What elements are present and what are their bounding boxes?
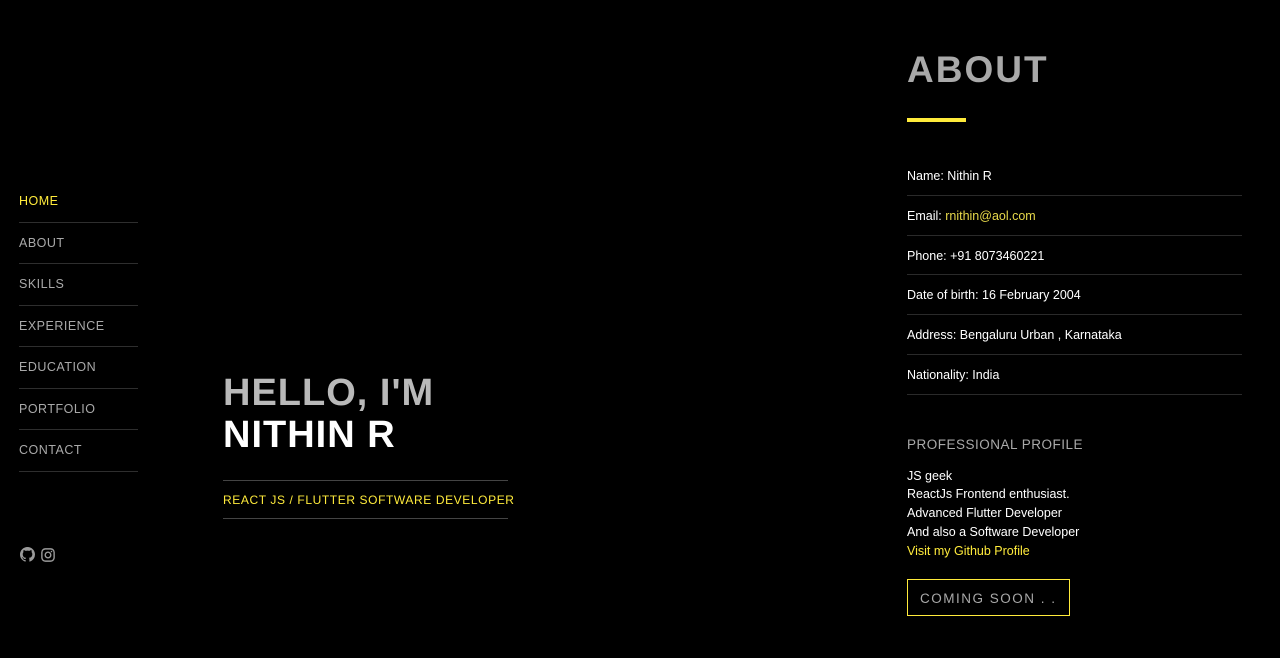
- info-address: Address: Bengaluru Urban , Karnataka: [907, 315, 1242, 355]
- nav-item-contact[interactable]: CONTACT: [19, 430, 138, 472]
- info-dob: Date of birth: 16 February 2004: [907, 275, 1242, 316]
- sidebar-nav: HOME ABOUT SKILLS EXPERIENCE EDUCATION P…: [19, 181, 138, 472]
- profile-line: ReactJs Frontend enthusiast.: [907, 487, 1070, 502]
- github-profile-link[interactable]: Visit my Github Profile: [907, 542, 1242, 561]
- info-list: Name: Nithin R Email: rnithin@aol.com Ph…: [907, 156, 1242, 395]
- page: HOME ABOUT SKILLS EXPERIENCE EDUCATION P…: [0, 0, 1280, 658]
- info-nationality: Nationality: India: [907, 355, 1242, 395]
- info-name: Name: Nithin R: [907, 156, 1242, 196]
- info-email: Email: rnithin@aol.com: [907, 196, 1242, 236]
- about-section: ABOUT Name: Nithin R Email: rnithin@aol.…: [907, 48, 1242, 617]
- nav-item-about[interactable]: ABOUT: [19, 223, 138, 264]
- title-underline: [907, 118, 966, 122]
- profile-line: JS geek: [907, 468, 953, 483]
- nav-item-skills[interactable]: SKILLS: [19, 264, 138, 306]
- profile-line: Advanced Flutter Developer: [907, 506, 1062, 521]
- profile-line: And also a Software Developer: [907, 524, 1080, 539]
- coming-soon-button[interactable]: COMING SOON . .: [907, 579, 1070, 617]
- nav-item-portfolio[interactable]: PORTFOLIO: [19, 389, 138, 430]
- nav-item-education[interactable]: EDUCATION: [19, 347, 138, 389]
- hero-section: HELLO, I'M NITHIN R REACT JS / FLUTTER S…: [223, 372, 514, 519]
- email-link[interactable]: rnithin@aol.com: [945, 209, 1036, 223]
- profile-description: JS geek ReactJs Frontend enthusiast. Adv…: [907, 467, 1242, 561]
- email-label: Email:: [907, 208, 942, 223]
- info-phone: Phone: +91 8073460221: [907, 236, 1242, 276]
- about-title: ABOUT: [907, 49, 1049, 90]
- nav-item-home[interactable]: HOME: [19, 181, 138, 223]
- instagram-icon[interactable]: [41, 547, 56, 562]
- professional-profile-title: PROFESSIONAL PROFILE: [907, 436, 1084, 452]
- hero-role: REACT JS / FLUTTER SOFTWARE DEVELOPER: [223, 480, 514, 519]
- hero-name: NITHIN R: [223, 414, 396, 456]
- social-links: [20, 547, 56, 562]
- nav-list: HOME ABOUT SKILLS EXPERIENCE EDUCATION P…: [19, 181, 138, 472]
- hero-greeting: HELLO, I'M: [223, 372, 435, 414]
- github-icon[interactable]: [20, 547, 35, 562]
- nav-item-experience[interactable]: EXPERIENCE: [19, 306, 138, 347]
